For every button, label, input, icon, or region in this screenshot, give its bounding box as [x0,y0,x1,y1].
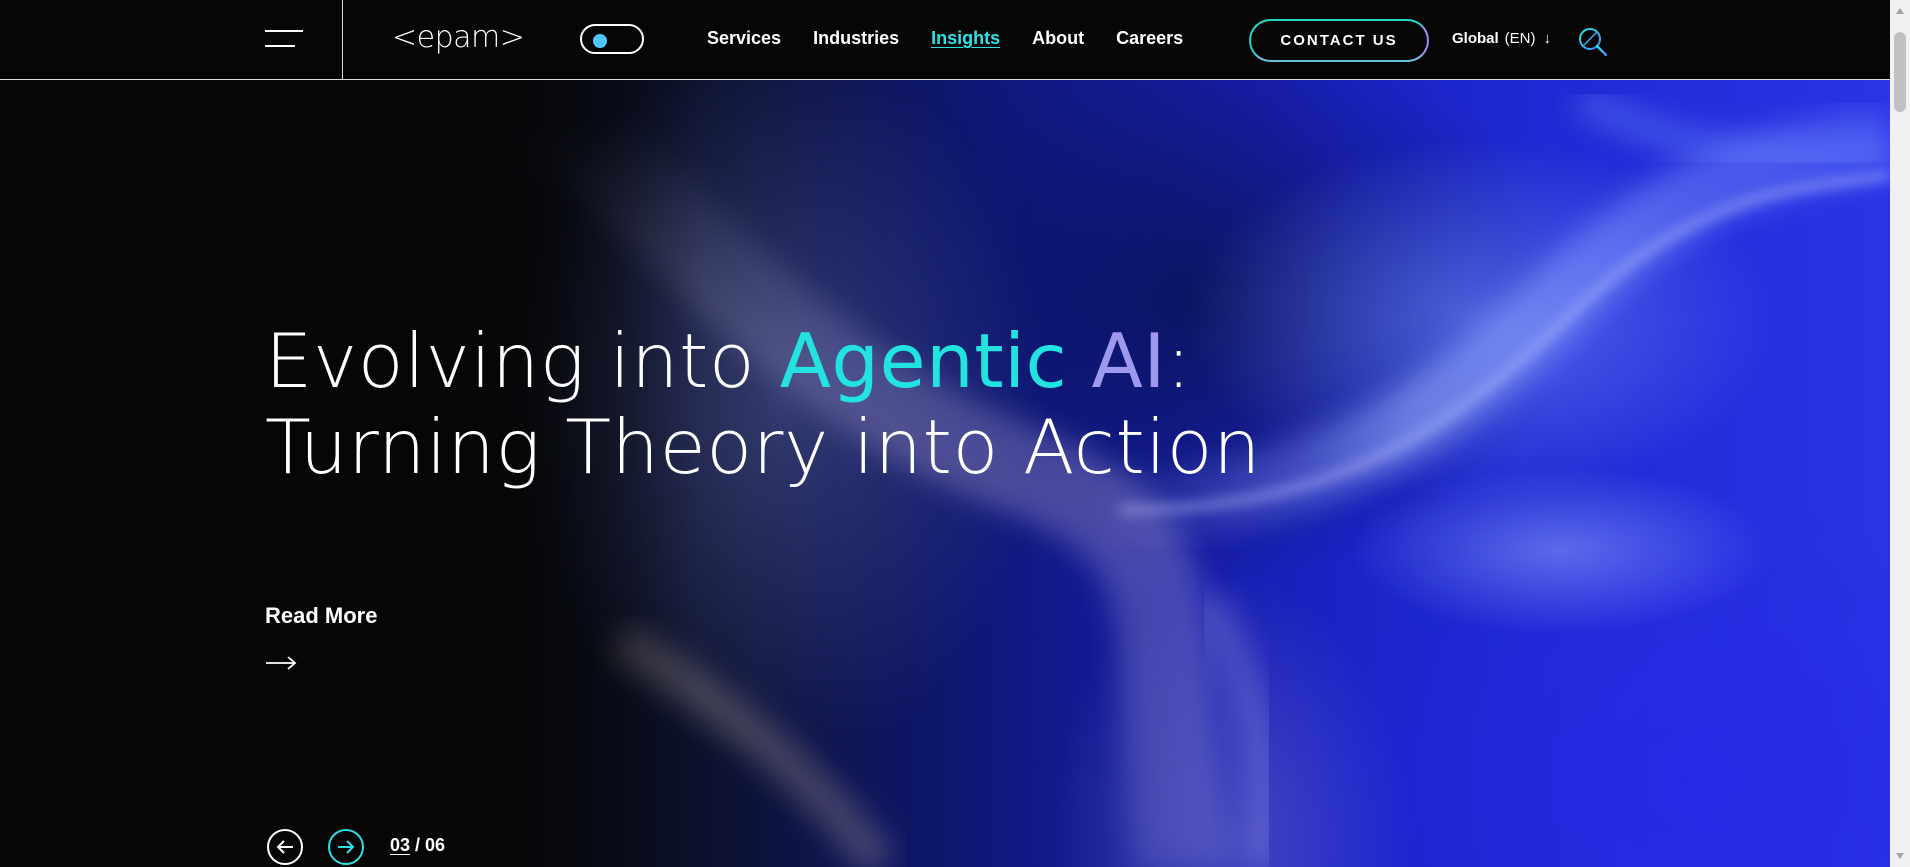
region-code: (EN) [1504,30,1536,47]
slide-current[interactable]: 03 [390,835,410,855]
site-header: <epam> Services Industries Insights Abou… [0,0,1890,80]
arrow-down-icon: ↓ [1543,30,1552,47]
scroll-up-icon[interactable] [1895,6,1905,16]
headline-line-2: Turning Theory into Action [265,403,1262,491]
main-nav: Services Industries Insights About Caree… [707,28,1183,52]
contact-us-button[interactable]: CONTACT US [1249,19,1429,62]
headline-accent-ai: AI [1091,317,1166,405]
page-scrollbar[interactable] [1890,0,1910,867]
menu-icon[interactable] [265,30,305,50]
scroll-thumb[interactable] [1894,32,1906,112]
epam-logo[interactable]: <epam> [392,20,525,55]
read-more-link[interactable]: Read More [265,603,377,629]
arrow-right-icon [338,840,355,854]
region-label: Global [1452,30,1499,47]
nav-services[interactable]: Services [707,28,781,52]
theme-toggle-knob [593,34,607,48]
arrow-left-icon [276,840,293,854]
nav-insights[interactable]: Insights [931,28,1000,52]
slide-total: 06 [425,835,446,855]
nav-careers[interactable]: Careers [1116,28,1183,52]
theme-toggle[interactable] [580,24,644,54]
slide-separator: / [410,835,426,855]
previous-slide-button[interactable] [267,829,303,865]
headline-colon: : [1165,317,1192,405]
headline-text: Evolving into [265,317,780,405]
hero-headline: Evolving into Agentic AI: Turning Theory… [265,318,1261,490]
next-slide-button[interactable] [328,829,364,865]
scroll-down-icon[interactable] [1895,851,1905,861]
slide-counter: 03 / 06 [390,835,445,856]
arrow-right-icon[interactable] [265,655,297,671]
nav-about[interactable]: About [1032,28,1084,52]
headline-accent-agentic: Agentic [779,317,1092,405]
search-icon[interactable] [1577,26,1609,58]
nav-industries[interactable]: Industries [813,28,899,52]
region-selector[interactable]: Global (EN) ↓ [1452,30,1551,47]
header-divider [342,0,343,79]
